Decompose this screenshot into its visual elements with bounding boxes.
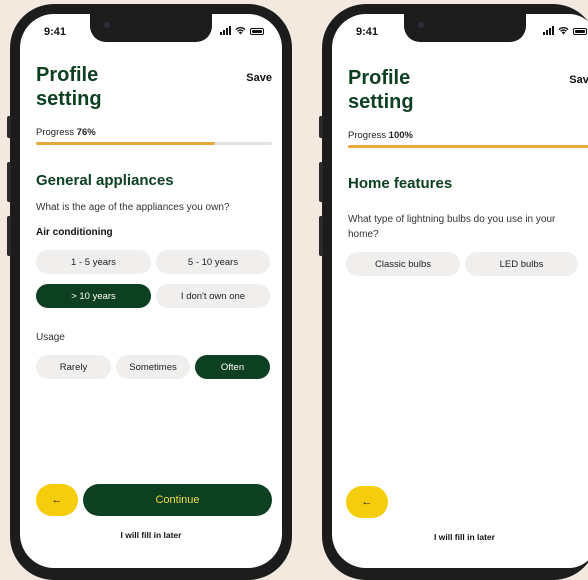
page-title: Profile setting: [36, 64, 102, 110]
continue-button[interactable]: Continue: [83, 484, 272, 516]
signal-icon: [220, 26, 231, 35]
age-option-over-10[interactable]: > 10 years: [36, 284, 151, 308]
fill-later-link[interactable]: I will fill in later: [20, 530, 282, 540]
status-time: 9:41: [44, 26, 67, 38]
progress-label: Progress: [36, 127, 75, 138]
status-icons: [220, 26, 264, 35]
progress-fill: [348, 145, 588, 148]
age-option-none[interactable]: I don't own one: [156, 284, 270, 308]
progress-bar: [36, 142, 272, 145]
battery-icon: [573, 28, 587, 35]
volume-down-button: [319, 216, 323, 256]
status-icons: [543, 26, 587, 35]
usage-option-often[interactable]: Often: [195, 355, 270, 379]
progress-value: 76%: [76, 127, 96, 138]
camera-icon: [104, 22, 110, 28]
page-title: Profile setting: [348, 67, 414, 113]
progress-fill: [36, 142, 216, 145]
screen-left: 9:41 Profile setting Save Progress 76% G…: [20, 14, 282, 568]
arrow-left-icon: ←: [361, 496, 373, 508]
arrow-left-icon: ←: [51, 494, 63, 506]
wifi-icon: [558, 27, 569, 35]
progress-value: 100%: [388, 130, 413, 141]
section-title: General appliances: [36, 172, 174, 189]
appliance-subheading: Air conditioning: [36, 227, 113, 238]
volume-down-button: [7, 216, 11, 256]
save-button[interactable]: Save: [246, 72, 272, 84]
notch: [90, 14, 212, 42]
usage-label: Usage: [36, 332, 65, 343]
notch: [403, 14, 526, 42]
screen-right: 9:41 Profile setting Save Progress 100% …: [332, 14, 588, 568]
save-button[interactable]: Save: [569, 74, 588, 86]
progress-text: Progress 100%: [348, 130, 413, 141]
bulb-option-classic[interactable]: Classic bulbs: [346, 252, 460, 276]
phone-frame-right: 9:41 Profile setting Save Progress 100% …: [319, 4, 588, 580]
phone-frame-left: 9:41 Profile setting Save Progress 76% G…: [7, 4, 292, 580]
usage-option-sometimes[interactable]: Sometimes: [116, 355, 190, 379]
age-option-5-10[interactable]: 5 - 10 years: [156, 250, 270, 274]
age-option-1-5[interactable]: 1 - 5 years: [36, 250, 151, 274]
battery-icon: [250, 28, 264, 35]
signal-icon: [543, 26, 554, 35]
mute-switch: [7, 116, 11, 138]
back-button[interactable]: ←: [36, 484, 78, 516]
question-text: What type of lightning bulbs do you use …: [348, 214, 556, 240]
volume-up-button: [319, 162, 323, 202]
question-text: What is the age of the appliances you ow…: [36, 202, 230, 213]
mute-switch: [319, 116, 323, 138]
volume-up-button: [7, 162, 11, 202]
usage-option-rarely[interactable]: Rarely: [36, 355, 111, 379]
bulb-option-led[interactable]: LED bulbs: [465, 252, 578, 276]
wifi-icon: [235, 27, 246, 35]
camera-icon: [417, 22, 424, 28]
fill-later-link[interactable]: I will fill in later: [332, 532, 588, 542]
section-title: Home features: [348, 175, 453, 192]
status-time: 9:41: [356, 26, 379, 38]
back-button[interactable]: ←: [346, 486, 388, 518]
progress-text: Progress 76%: [36, 127, 96, 138]
progress-label: Progress: [348, 130, 387, 141]
progress-bar: [348, 145, 588, 148]
